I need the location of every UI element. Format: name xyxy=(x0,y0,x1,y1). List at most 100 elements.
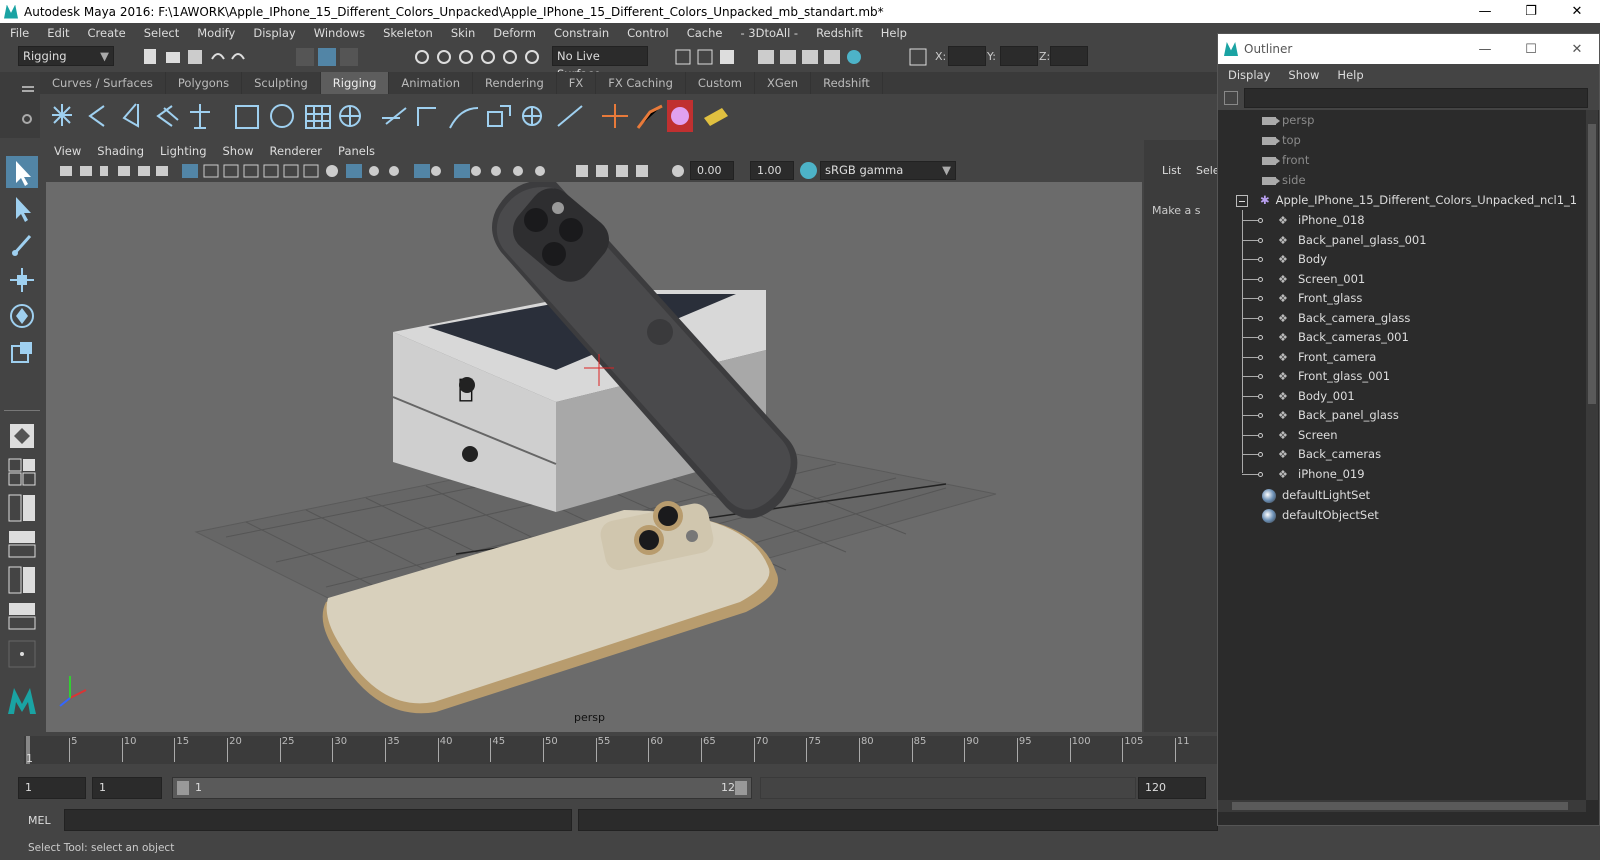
shelf-gear-icon[interactable] xyxy=(22,114,32,124)
end-time-field[interactable]: 120 xyxy=(1138,777,1206,799)
snap-icons[interactable] xyxy=(412,47,542,67)
layout-two-icon[interactable] xyxy=(6,492,38,524)
layout-graph-icon[interactable] xyxy=(6,600,38,632)
menu-file[interactable]: File xyxy=(0,26,37,40)
layout-more-icon[interactable] xyxy=(6,638,38,670)
range-slider[interactable]: 1 120 xyxy=(172,777,752,799)
live-surface-field[interactable]: No Live Surface xyxy=(552,46,648,81)
scale-tool-icon[interactable] xyxy=(6,336,38,368)
outliner-item-mesh[interactable]: ❖ Screen xyxy=(1278,425,1338,445)
range-start-field[interactable]: 1 xyxy=(92,777,162,799)
tab-sculpting[interactable]: Sculpting xyxy=(242,72,321,94)
vp-menu-renderer[interactable]: Renderer xyxy=(262,144,331,158)
vp-menu-lighting[interactable]: Lighting xyxy=(152,144,214,158)
outliner-item-defaultlightset[interactable]: defaultLightSet xyxy=(1262,485,1370,505)
outliner-hscroll[interactable] xyxy=(1218,800,1586,812)
time-slider-track[interactable] xyxy=(24,736,1220,764)
file-tools-icons[interactable] xyxy=(140,47,250,67)
close-icon[interactable]: ✕ xyxy=(1554,0,1600,23)
outliner-item-mesh[interactable]: ❖ Back_camera_glass xyxy=(1278,308,1410,328)
outliner-vscroll[interactable] xyxy=(1586,110,1598,800)
outliner-menu-display[interactable]: Display xyxy=(1218,68,1278,82)
restore-icon[interactable]: ❐ xyxy=(1508,0,1554,23)
tab-fx-caching[interactable]: FX Caching xyxy=(596,72,686,94)
tab-rigging[interactable]: Rigging xyxy=(320,72,390,94)
outliner-item-group[interactable]: ✱ Apple_IPhone_15_Different_Colors_Unpack… xyxy=(1236,190,1577,210)
outliner-item-mesh[interactable]: ❖ Body xyxy=(1278,249,1327,269)
x-field[interactable] xyxy=(948,46,986,66)
selection-mask-icons[interactable] xyxy=(294,46,364,68)
layout-single-icon[interactable] xyxy=(6,420,38,452)
outliner-item-mesh[interactable]: ❖ Back_panel_glass xyxy=(1278,405,1399,425)
outliner-item-mesh[interactable]: ❖ Front_glass xyxy=(1278,288,1362,308)
tab-curves-surfaces[interactable]: Curves / Surfaces xyxy=(40,72,166,94)
menu-skeleton[interactable]: Skeleton xyxy=(373,26,441,40)
outliner-item-mesh[interactable]: ❖ Body_001 xyxy=(1278,386,1355,406)
outliner-item-mesh[interactable]: ❖ Back_cameras_001 xyxy=(1278,327,1409,347)
outliner-item-top[interactable]: top xyxy=(1262,130,1301,150)
range-slider-right-handle[interactable] xyxy=(735,781,747,795)
outliner-titlebar[interactable]: Outliner — ☐ ✕ xyxy=(1218,34,1599,64)
y-field[interactable] xyxy=(1000,46,1038,66)
vp-menu-shading[interactable]: Shading xyxy=(89,144,152,158)
range-slider-left-handle[interactable] xyxy=(177,781,189,795)
tab-rendering[interactable]: Rendering xyxy=(473,72,557,94)
vp-menu-panels[interactable]: Panels xyxy=(330,144,383,158)
colorspace-dropdown[interactable]: sRGB gamma ▼ xyxy=(820,161,956,180)
layout-outliner-icon[interactable] xyxy=(6,564,38,596)
outliner-item-front[interactable]: front xyxy=(1262,150,1309,170)
menu-windows[interactable]: Windows xyxy=(304,26,373,40)
outliner-close-icon[interactable]: ✕ xyxy=(1554,38,1600,61)
outliner-maximize-icon[interactable]: ☐ xyxy=(1508,38,1554,61)
rotate-tool-icon[interactable] xyxy=(6,300,38,332)
menu-help[interactable]: Help xyxy=(871,26,915,40)
menu-skin[interactable]: Skin xyxy=(441,26,483,40)
menu-cache[interactable]: Cache xyxy=(677,26,731,40)
menu-edit[interactable]: Edit xyxy=(37,26,77,40)
move-tool-icon[interactable] xyxy=(6,264,38,296)
tab-xgen[interactable]: XGen xyxy=(755,72,812,94)
menu-modify[interactable]: Modify xyxy=(187,26,243,40)
viewport-toolbar-icons[interactable] xyxy=(56,162,716,180)
select-tool-icon[interactable] xyxy=(6,156,38,188)
outliner-filter-icon[interactable] xyxy=(1224,91,1238,105)
viewport-persp[interactable]:  xyxy=(46,182,1142,732)
outliner-item-mesh[interactable]: ❖ Back_panel_glass_001 xyxy=(1278,230,1427,250)
tab-custom[interactable]: Custom xyxy=(686,72,755,94)
tab-polygons[interactable]: Polygons xyxy=(166,72,243,94)
vp-menu-show[interactable]: Show xyxy=(215,144,262,158)
menu-redshift[interactable]: Redshift xyxy=(806,26,871,40)
tab-fx[interactable]: FX xyxy=(557,72,597,94)
collapse-icon[interactable] xyxy=(1236,194,1248,207)
paint-select-icon[interactable] xyxy=(6,228,38,260)
outliner-vscroll-thumb[interactable] xyxy=(1588,124,1596,404)
menu-create[interactable]: Create xyxy=(78,26,134,40)
menu-deform[interactable]: Deform xyxy=(483,26,544,40)
menu-constrain[interactable]: Constrain xyxy=(544,26,617,40)
outliner-item-mesh[interactable]: ❖ Front_camera xyxy=(1278,347,1376,367)
start-time-field[interactable]: 1 xyxy=(18,777,86,799)
outliner-item-mesh[interactable]: ❖ Screen_001 xyxy=(1278,269,1365,289)
outliner-item-defaultobjectset[interactable]: defaultObjectSet xyxy=(1262,505,1379,525)
channel-list-tab[interactable]: List xyxy=(1162,164,1181,177)
outliner-item-mesh[interactable]: ❖ iPhone_018 xyxy=(1278,210,1365,230)
gamma-field[interactable]: 1.00 xyxy=(750,161,794,180)
minimize-icon[interactable]: — xyxy=(1462,0,1508,23)
mel-input[interactable] xyxy=(64,809,572,831)
vp-menu-view[interactable]: View xyxy=(46,144,89,158)
outliner-item-mesh[interactable]: ❖ Back_cameras xyxy=(1278,444,1381,464)
outliner-hscroll-thumb[interactable] xyxy=(1232,802,1568,810)
outliner-item-mesh[interactable]: ❖ Front_glass_001 xyxy=(1278,366,1390,386)
time-slider[interactable]: 5 10 15 20 25 30 35 40 45 50 55 60 65 70 75 80 85 90 95 100… xyxy=(0,734,1220,766)
menu-select[interactable]: Select xyxy=(134,26,187,40)
outliner-item-mesh[interactable]: ❖ iPhone_019 xyxy=(1278,464,1365,484)
lasso-tool-icon[interactable] xyxy=(6,192,38,224)
menu-display[interactable]: Display xyxy=(243,26,303,40)
colorspace-toggle-icon[interactable] xyxy=(800,162,817,179)
z-field[interactable] xyxy=(1050,46,1088,66)
menu-control[interactable]: Control xyxy=(617,26,677,40)
exposure-field[interactable]: 0.00 xyxy=(690,161,734,180)
outliner-menu-show[interactable]: Show xyxy=(1278,68,1327,82)
mel-label[interactable]: MEL xyxy=(28,814,51,827)
render-icons[interactable] xyxy=(674,47,874,67)
